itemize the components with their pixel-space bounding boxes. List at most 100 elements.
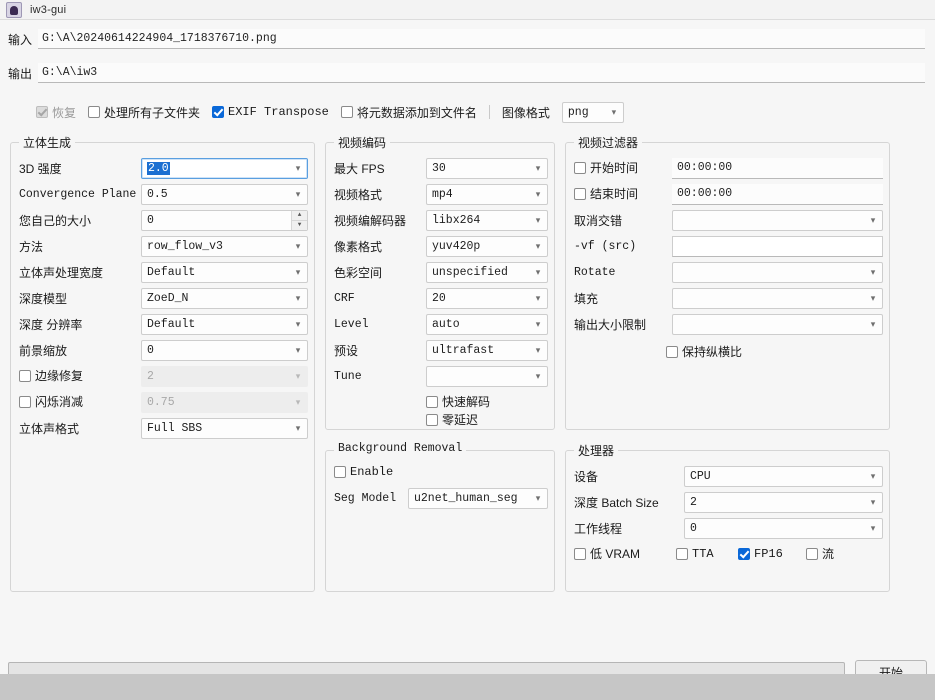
rotate-combo[interactable]: ▾ xyxy=(672,262,883,283)
3d-strength-combo[interactable]: 2.0 ▾ xyxy=(141,158,308,179)
stepper-down-icon[interactable]: ▼ xyxy=(292,221,307,230)
title-bar: iw3-gui xyxy=(0,0,935,20)
flicker-reduction-checkbox[interactable]: 闪烁消减 xyxy=(19,393,83,410)
zero-latency-checkbox[interactable]: 零延迟 xyxy=(426,411,478,428)
start-time-label: 开始时间 xyxy=(590,159,638,176)
chevron-down-icon: ▾ xyxy=(866,471,880,482)
checkbox-box-icon xyxy=(738,548,750,560)
seg-model-label: Seg Model xyxy=(334,492,408,505)
checkbox-box-icon xyxy=(426,396,438,408)
fp16-label: FP16 xyxy=(754,547,783,561)
device-label: 设备 xyxy=(574,468,684,485)
end-time-field[interactable]: 00:00:00 xyxy=(672,184,883,205)
padding-label: 填充 xyxy=(574,290,672,307)
row-crf: CRF 20 ▾ xyxy=(334,287,548,309)
stepper-up-icon[interactable]: ▲ xyxy=(292,211,307,221)
desktop-background xyxy=(0,674,935,700)
process-all-subfolders-checkbox[interactable]: 处理所有子文件夹 xyxy=(88,104,200,121)
custom-size-stepper[interactable]: 0 ▲ ▼ xyxy=(141,210,308,231)
chevron-down-icon: ▾ xyxy=(291,423,305,434)
input-path-field[interactable]: G:\A\20240614224904_1718376710.png xyxy=(38,29,925,49)
row-depth-batch-size: 深度 Batch Size 2 ▾ xyxy=(574,491,883,513)
worker-threads-combo[interactable]: 0 ▾ xyxy=(684,518,883,539)
depth-batch-size-combo[interactable]: 2 ▾ xyxy=(684,492,883,513)
stream-checkbox[interactable]: 流 xyxy=(806,545,834,562)
tta-checkbox[interactable]: TTA xyxy=(676,547,738,561)
level-combo[interactable]: auto ▾ xyxy=(426,314,548,335)
chevron-down-icon: ▾ xyxy=(866,497,880,508)
iw3-gui-window: iw3-gui 输入 G:\A\20240614224904_171837671… xyxy=(0,0,935,700)
background-removal-enable-label: Enable xyxy=(350,465,393,479)
crf-value: 20 xyxy=(432,292,531,305)
depth-model-label: 深度模型 xyxy=(19,290,141,307)
foreground-scale-value: 0 xyxy=(147,344,291,357)
fp16-checkbox[interactable]: FP16 xyxy=(738,547,806,561)
deinterlace-label: 取消交错 xyxy=(574,212,672,229)
edge-repair-combo: 2 ▾ xyxy=(141,366,308,387)
fast-decode-checkbox[interactable]: 快速解码 xyxy=(426,393,490,410)
seg-model-combo[interactable]: u2net_human_seg ▾ xyxy=(408,488,548,509)
device-value: CPU xyxy=(690,470,866,483)
chevron-down-icon: ▾ xyxy=(531,293,545,304)
stereo-format-value: Full SBS xyxy=(147,422,291,435)
image-format-combo[interactable]: png ▾ xyxy=(562,102,624,123)
depth-batch-size-value: 2 xyxy=(690,496,866,509)
method-combo[interactable]: row_flow_v3 ▾ xyxy=(141,236,308,257)
crf-combo[interactable]: 20 ▾ xyxy=(426,288,548,309)
output-size-limit-combo[interactable]: ▾ xyxy=(672,314,883,335)
pixel-format-combo[interactable]: yuv420p ▾ xyxy=(426,236,548,257)
background-removal-enable-checkbox[interactable]: Enable xyxy=(334,465,393,479)
start-time-checkbox[interactable]: 开始时间 xyxy=(574,159,638,176)
tune-combo[interactable]: ▾ xyxy=(426,366,548,387)
stereo-width-combo[interactable]: Default ▾ xyxy=(141,262,308,283)
row-convergence-plane: Convergence Plane 0.5 ▾ xyxy=(19,183,308,205)
depth-resolution-combo[interactable]: Default ▾ xyxy=(141,314,308,335)
depth-resolution-value: Default xyxy=(147,318,291,331)
row-preset: 预设 ultrafast ▾ xyxy=(334,339,548,361)
video-format-combo[interactable]: mp4 ▾ xyxy=(426,184,548,205)
convergence-plane-combo[interactable]: 0.5 ▾ xyxy=(141,184,308,205)
stepper-arrows[interactable]: ▲ ▼ xyxy=(291,211,307,230)
row-vf-src: -vf (src) xyxy=(574,235,883,257)
row-colorspace: 色彩空间 unspecified ▾ xyxy=(334,261,548,283)
foreground-scale-label: 前景缩放 xyxy=(19,342,141,359)
edge-repair-checkbox[interactable]: 边缘修复 xyxy=(19,367,83,384)
exif-transpose-checkbox[interactable]: EXIF Transpose xyxy=(212,105,329,119)
deinterlace-combo[interactable]: ▾ xyxy=(672,210,883,231)
convergence-plane-value: 0.5 xyxy=(147,188,291,201)
max-fps-combo[interactable]: 30 ▾ xyxy=(426,158,548,179)
window-body: 输入 G:\A\20240614224904_1718376710.png 输出… xyxy=(0,20,935,680)
recover-checkbox[interactable]: 恢复 xyxy=(36,104,76,121)
video-format-label: 视频格式 xyxy=(334,186,426,203)
row-output-size-limit: 输出大小限制 ▾ xyxy=(574,313,883,335)
chevron-down-icon: ▾ xyxy=(291,189,305,200)
padding-combo[interactable]: ▾ xyxy=(672,288,883,309)
level-label: Level xyxy=(334,318,426,331)
vf-src-label: -vf (src) xyxy=(574,240,672,253)
video-encoding-title: 视频编码 xyxy=(334,134,390,151)
flicker-reduction-value: 0.75 xyxy=(147,396,291,409)
vf-src-field[interactable] xyxy=(672,236,883,257)
stereo-format-combo[interactable]: Full SBS ▾ xyxy=(141,418,308,439)
row-worker-threads: 工作线程 0 ▾ xyxy=(574,517,883,539)
keep-aspect-ratio-checkbox[interactable]: 保持纵横比 xyxy=(666,343,742,360)
add-metadata-label: 将元数据添加到文件名 xyxy=(357,104,477,121)
end-time-checkbox[interactable]: 结束时间 xyxy=(574,185,638,202)
row-level: Level auto ▾ xyxy=(334,313,548,335)
depth-model-combo[interactable]: ZoeD_N ▾ xyxy=(141,288,308,309)
colorspace-combo[interactable]: unspecified ▾ xyxy=(426,262,548,283)
foreground-scale-combo[interactable]: 0 ▾ xyxy=(141,340,308,361)
low-vram-checkbox[interactable]: 低 VRAM xyxy=(574,545,676,562)
output-path-field[interactable]: G:\A\iw3 xyxy=(38,63,925,83)
stereo-width-label: 立体声处理宽度 xyxy=(19,264,141,281)
device-combo[interactable]: CPU ▾ xyxy=(684,466,883,487)
chevron-down-icon: ▾ xyxy=(531,371,545,382)
add-metadata-to-filename-checkbox[interactable]: 将元数据添加到文件名 xyxy=(341,104,477,121)
stereo-generation-group: 立体生成 3D 强度 2.0 ▾ Convergence Plane 0.5 ▾… xyxy=(10,142,315,592)
3d-strength-label: 3D 强度 xyxy=(19,160,141,177)
start-time-field[interactable]: 00:00:00 xyxy=(672,158,883,179)
row-3d-strength: 3D 强度 2.0 ▾ xyxy=(19,157,308,179)
preset-combo[interactable]: ultrafast ▾ xyxy=(426,340,548,361)
video-codec-combo[interactable]: libx264 ▾ xyxy=(426,210,548,231)
checkbox-box-icon xyxy=(36,106,48,118)
